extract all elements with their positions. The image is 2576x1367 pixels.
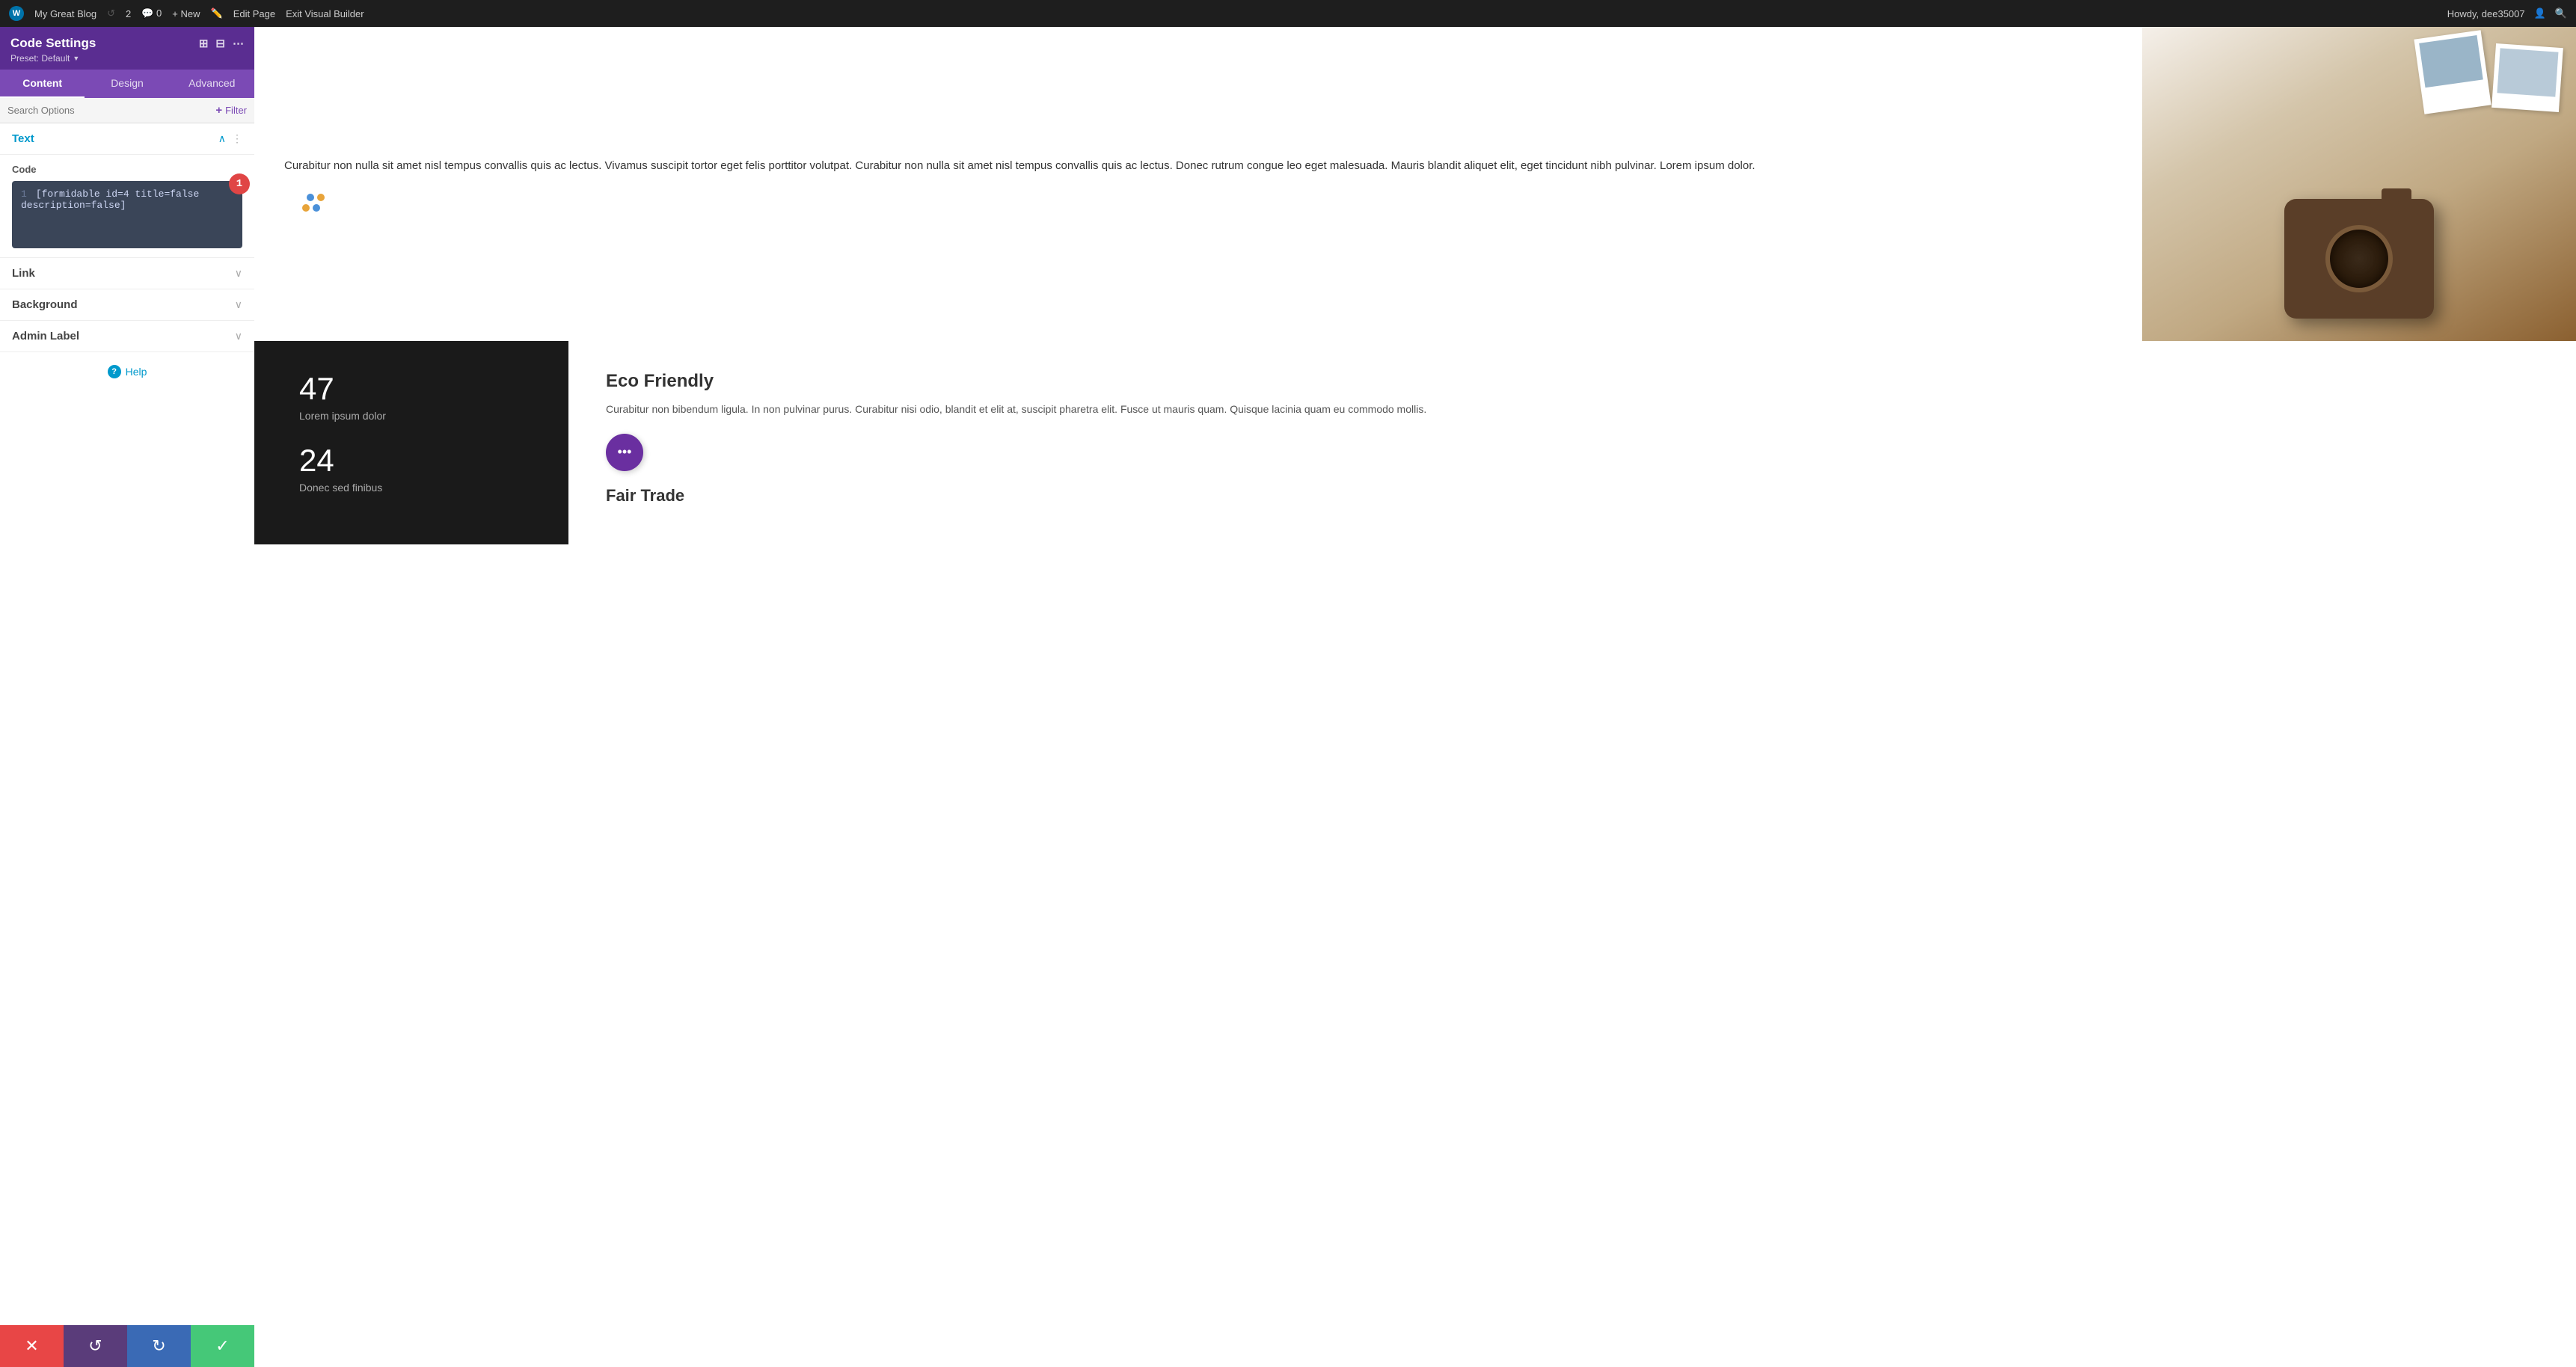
undo-button[interactable]: ↺ — [64, 1325, 127, 1367]
fair-trade-title: Fair Trade — [606, 486, 2539, 506]
wp-admin-bar: W My Great Blog ↺ 2 💬 0 + New ✏️ Edit Pa… — [0, 0, 2576, 27]
help-icon: ? — [108, 365, 121, 378]
loader-dots — [284, 194, 2112, 212]
section-link-expand-icon[interactable]: ∨ — [235, 267, 242, 280]
admin-bar-loop-count[interactable]: 2 — [126, 8, 131, 19]
content-paragraph: Curabitur non nulla sit amet nisl tempus… — [284, 156, 2112, 176]
section-text-header[interactable]: Text ∧ ⋮ — [0, 123, 254, 155]
section-admin-label-title: Admin Label — [12, 330, 79, 342]
polaroid-1 — [2414, 30, 2491, 114]
tab-advanced[interactable]: Advanced — [170, 70, 254, 98]
polaroid-img-2 — [2497, 48, 2558, 96]
stat-2-number: 24 — [299, 443, 524, 479]
content-bottom: 47 Lorem ipsum dolor 24 Donec sed finibu… — [254, 341, 2576, 544]
filter-plus-icon: + — [215, 104, 222, 117]
sidebar-preset-label: Preset: Default — [10, 53, 70, 64]
polaroid-photos — [2419, 34, 2561, 110]
sidebar-title: Code Settings ⊞ ⊟ ⋯ — [10, 36, 244, 51]
sidebar-icon-more[interactable]: ⋯ — [233, 37, 244, 50]
content-image — [2142, 27, 2576, 341]
admin-bar-avatar-icon: 👤 — [2534, 7, 2546, 19]
save-button[interactable]: ✓ — [191, 1325, 254, 1367]
content-top: Curabitur non nulla sit amet nisl tempus… — [254, 27, 2576, 341]
section-text-body: Code 1[formidable id=4 title=false descr… — [0, 155, 254, 258]
help-label: Help — [126, 366, 147, 378]
code-badge: 1 — [229, 173, 250, 194]
section-link-icons: ∨ — [235, 267, 242, 280]
polaroid-img-1 — [2419, 35, 2483, 87]
section-text-title: Text — [12, 132, 34, 145]
content-area: Curabitur non nulla sit amet nisl tempus… — [254, 27, 2576, 1367]
main-layout: Code Settings ⊞ ⊟ ⋯ Preset: Default ▼ Co… — [0, 27, 2576, 1367]
eco-text: Curabitur non bibendum ligula. In non pu… — [606, 401, 2539, 419]
content-eco: Eco Friendly Curabitur non bibendum ligu… — [568, 341, 2576, 544]
cancel-button[interactable]: ✕ — [0, 1325, 64, 1367]
filter-label: Filter — [225, 105, 247, 116]
sidebar-icon-columns[interactable]: ⊟ — [215, 37, 225, 50]
content-text: Curabitur non nulla sit amet nisl tempus… — [254, 27, 2142, 341]
section-background-expand-icon[interactable]: ∨ — [235, 298, 242, 311]
section-admin-label-header[interactable]: Admin Label ∨ — [0, 321, 254, 352]
sidebar-content: + Filter Text ∧ ⋮ Code 1[formidable id=4… — [0, 98, 254, 1325]
admin-bar-comments[interactable]: 💬 0 — [141, 7, 162, 19]
help-link[interactable]: ? Help — [108, 365, 147, 378]
code-value: [formidable id=4 title=false description… — [21, 188, 199, 211]
search-input[interactable] — [7, 105, 215, 116]
eco-title: Eco Friendly — [606, 371, 2539, 392]
sidebar-help: ? Help — [0, 352, 254, 390]
section-background-header[interactable]: Background ∨ — [0, 289, 254, 321]
section-text-collapse-icon[interactable]: ∧ — [218, 132, 226, 145]
wp-logo-icon[interactable]: W — [9, 6, 24, 21]
admin-bar-edit-page[interactable]: Edit Page — [233, 8, 275, 19]
section-background-icons: ∨ — [235, 298, 242, 311]
section-text-icons: ∧ ⋮ — [218, 132, 242, 145]
section-admin-label-icons: ∨ — [235, 330, 242, 342]
section-admin-label-expand-icon[interactable]: ∨ — [235, 330, 242, 342]
code-editor[interactable]: 1[formidable id=4 title=false descriptio… — [12, 181, 242, 248]
polaroid-2 — [2491, 43, 2563, 112]
code-label: Code — [12, 164, 242, 175]
section-background-title: Background — [12, 298, 78, 311]
admin-bar-user: Howdy, dee35007 — [2447, 8, 2525, 19]
admin-bar-new[interactable]: + New — [172, 8, 200, 19]
sidebar-preset[interactable]: Preset: Default ▼ — [10, 53, 244, 64]
admin-bar-right: Howdy, dee35007 👤 🔍 — [2447, 7, 2567, 19]
sidebar-title-icons: ⊞ ⊟ ⋯ — [199, 37, 244, 50]
camera-notch — [2382, 188, 2411, 202]
dot-3 — [302, 204, 310, 212]
redo-button[interactable]: ↻ — [127, 1325, 191, 1367]
admin-bar-blog-name[interactable]: My Great Blog — [34, 8, 96, 19]
sidebar-tabs: Content Design Advanced — [0, 70, 254, 98]
section-link-header[interactable]: Link ∨ — [0, 258, 254, 289]
stat-1-number: 47 — [299, 371, 524, 407]
camera-shape — [2284, 199, 2434, 319]
tab-content[interactable]: Content — [0, 70, 85, 98]
sidebar-title-text: Code Settings — [10, 36, 96, 51]
dot-2 — [317, 194, 325, 201]
content-stats: 47 Lorem ipsum dolor 24 Donec sed finibu… — [254, 341, 568, 544]
stat-2-label: Donec sed finibus — [299, 482, 524, 494]
admin-bar-exit-builder[interactable]: Exit Visual Builder — [286, 8, 364, 19]
tab-design[interactable]: Design — [85, 70, 169, 98]
preset-chevron-icon: ▼ — [73, 55, 79, 62]
sidebar: Code Settings ⊞ ⊟ ⋯ Preset: Default ▼ Co… — [0, 27, 254, 1367]
section-text-more-icon[interactable]: ⋮ — [232, 132, 242, 145]
section-link-title: Link — [12, 267, 35, 280]
admin-bar-search-icon[interactable]: 🔍 — [2555, 7, 2567, 19]
bottom-toolbar: ✕ ↺ ↻ ✓ — [0, 1325, 254, 1367]
dot-4 — [313, 204, 320, 212]
stat-1-label: Lorem ipsum dolor — [299, 410, 524, 422]
filter-button[interactable]: + Filter — [215, 104, 247, 117]
dot-1 — [307, 194, 314, 201]
more-options-button[interactable]: ••• — [606, 434, 643, 471]
sidebar-header: Code Settings ⊞ ⊟ ⋯ Preset: Default ▼ — [0, 27, 254, 70]
camera-lens — [2325, 225, 2393, 292]
code-line-1: 1 — [21, 188, 27, 200]
sidebar-search-bar: + Filter — [0, 98, 254, 123]
sidebar-icon-grid[interactable]: ⊞ — [199, 37, 209, 50]
